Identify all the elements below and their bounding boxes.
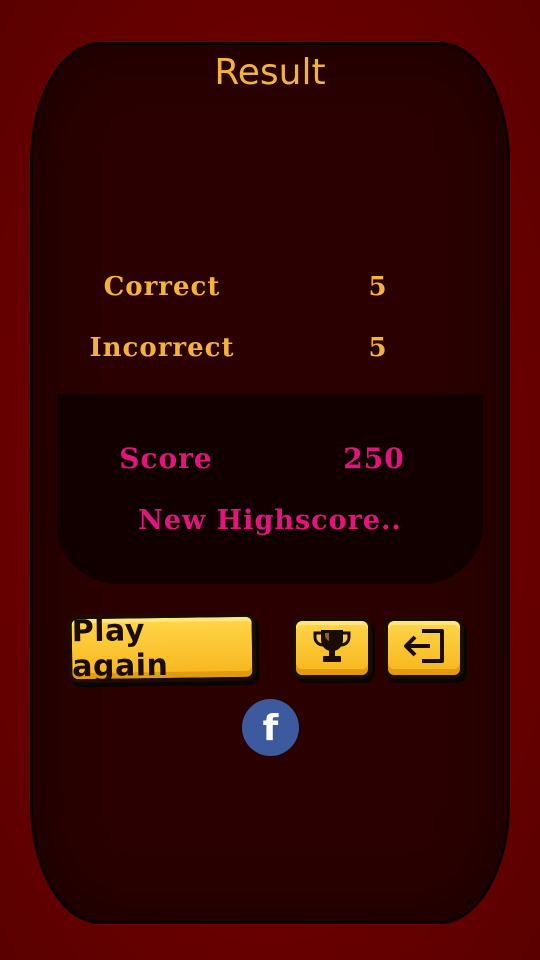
play-again-label: Play again [71,613,169,685]
exit-button[interactable] [384,617,464,679]
incorrect-row: Incorrect 5 [0,333,540,373]
incorrect-label: Incorrect [89,333,235,363]
incorrect-value: 5 [368,333,388,363]
trophy-icon [312,627,352,669]
page-title: Result [214,52,326,93]
facebook-icon: f [262,708,279,749]
score-value: 250 [343,442,405,475]
correct-row: Correct 5 [0,272,540,312]
score-box [57,394,483,584]
facebook-share-button[interactable]: f [242,699,299,756]
new-highscore-message: New Highscore.. [138,505,402,536]
score-label: Score [119,442,213,475]
play-again-button[interactable]: Play again [67,612,257,685]
correct-value: 5 [368,272,388,302]
correct-label: Correct [103,272,221,302]
exit-icon [402,628,446,668]
leaderboard-button[interactable] [292,617,372,679]
